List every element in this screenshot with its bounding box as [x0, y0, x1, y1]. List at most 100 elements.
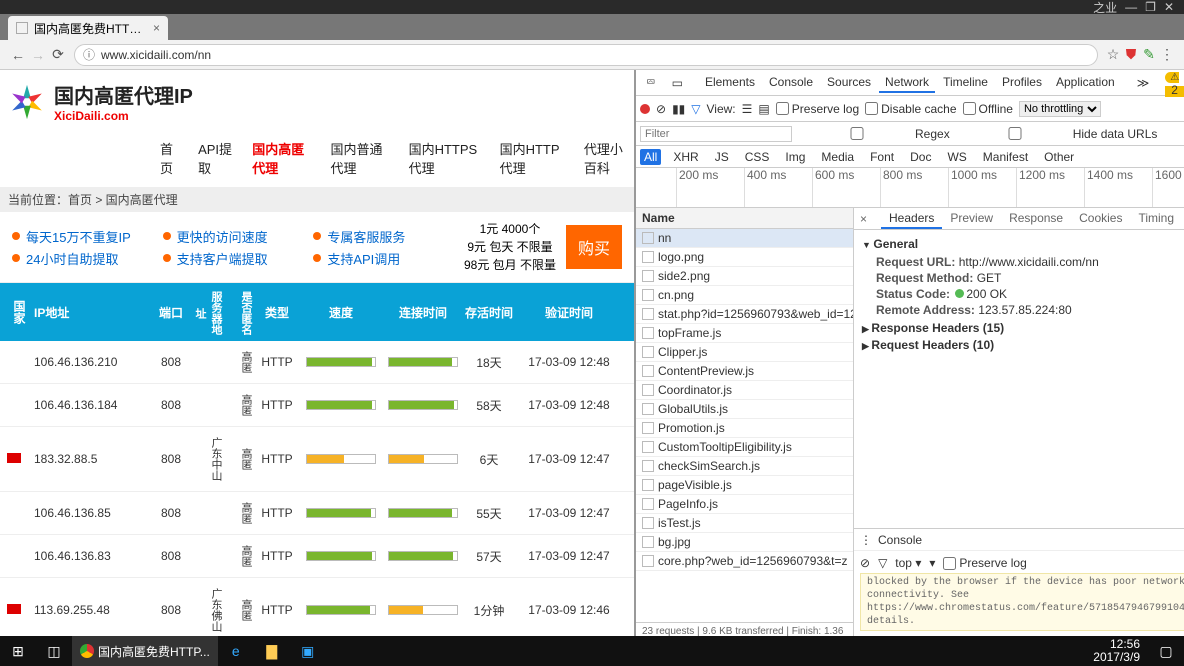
request-row[interactable]: PageInfo.js [636, 495, 853, 514]
forward-icon[interactable]: → [28, 47, 48, 63]
type-filter-item[interactable]: Media [817, 149, 858, 165]
col-speed: 速度 [300, 304, 382, 321]
filter-icon[interactable]: ▽ [691, 102, 700, 116]
url-box[interactable]: ⓘ www.xicidaili.com/nn [74, 44, 1098, 66]
warning-badge[interactable]: ⚠ 2 [1159, 67, 1184, 99]
type-filter-item[interactable]: Manifest [979, 149, 1032, 165]
type-filter-item[interactable]: Font [866, 149, 898, 165]
nav-item[interactable]: 国内HTTP代理 [500, 139, 566, 177]
request-headers-section[interactable]: Request Headers (10) [862, 338, 1184, 352]
request-row[interactable]: Promotion.js [636, 419, 853, 438]
shield-icon[interactable]: ⛊ [1122, 46, 1140, 63]
record-icon[interactable] [640, 104, 650, 114]
console-tab[interactable]: Console [878, 533, 922, 547]
general-section[interactable]: General [862, 237, 1184, 251]
nav-item[interactable]: 国内HTTPS代理 [409, 139, 482, 177]
devtools-tab[interactable]: Sources [821, 73, 877, 93]
type-filter-item[interactable]: Img [781, 149, 809, 165]
request-row[interactable]: core.php?web_id=1256960793&t=z [636, 552, 853, 571]
nav-item[interactable]: 代理小百科 [584, 139, 634, 177]
max-icon[interactable]: ❐ [1145, 0, 1156, 14]
filter-input[interactable] [640, 126, 792, 142]
regex-check[interactable]: Regex [802, 127, 950, 141]
type-filter-item[interactable]: CSS [741, 149, 774, 165]
nav-item[interactable]: 首页 [160, 139, 180, 177]
edge-icon[interactable]: e [218, 643, 254, 659]
evernote-icon[interactable]: ✎ [1140, 46, 1158, 63]
taskbar-app-chrome[interactable]: 国内高匿免费HTTP... [72, 636, 218, 666]
start-icon[interactable]: ⊞ [0, 643, 36, 660]
reload-icon[interactable]: ⟳ [48, 46, 68, 63]
taskview-icon[interactable]: ◫ [36, 643, 72, 660]
buy-button[interactable]: 购买 [566, 225, 622, 269]
offline-check[interactable]: Offline [963, 102, 1013, 116]
request-row[interactable]: isTest.js [636, 514, 853, 533]
context-select[interactable]: top ▾ [895, 556, 921, 570]
console-menu-icon[interactable]: ⋮ [860, 533, 872, 547]
file-icon [642, 365, 654, 377]
inspect-icon[interactable]: ⮹ [640, 73, 662, 92]
device-icon[interactable]: ▭ [666, 74, 689, 92]
devtools-tab[interactable]: Profiles [996, 73, 1048, 93]
request-row[interactable]: GlobalUtils.js [636, 400, 853, 419]
devtools-tab[interactable]: Application [1050, 73, 1121, 93]
star-icon[interactable]: ☆ [1104, 46, 1122, 63]
detail-tab[interactable]: Cookies [1071, 209, 1130, 229]
throttle-select[interactable]: No throttling [1019, 101, 1101, 117]
type-filter-item[interactable]: XHR [669, 149, 702, 165]
more-tabs[interactable]: ≫ [1131, 74, 1156, 92]
close-detail-icon[interactable]: × [854, 210, 873, 228]
type-filter-item[interactable]: WS [943, 149, 970, 165]
detail-tab[interactable]: Response [1001, 209, 1071, 229]
nav-item[interactable]: 国内普通代理 [330, 139, 390, 177]
close-icon[interactable]: ✕ [1164, 0, 1174, 14]
devtools-tab[interactable]: Console [763, 73, 819, 93]
nav-item[interactable]: 国内高匿代理 [252, 139, 312, 177]
menu-icon[interactable]: ⋮ [1158, 46, 1176, 63]
info-icon[interactable]: ⓘ [83, 46, 95, 63]
request-row[interactable]: stat.php?id=1256960793&web_id=1256960793 [636, 305, 853, 324]
view-large-icon[interactable]: ☰ [742, 102, 753, 116]
type-filter-item[interactable]: Doc [906, 149, 935, 165]
folder-icon[interactable]: ▇ [254, 643, 290, 660]
request-row[interactable]: pageVisible.js [636, 476, 853, 495]
type-filter-item[interactable]: JS [711, 149, 733, 165]
detail-tab[interactable]: Headers [881, 209, 942, 229]
request-row[interactable]: bg.jpg [636, 533, 853, 552]
preserve-log-check[interactable]: Preserve log [776, 102, 859, 116]
request-row[interactable]: logo.png [636, 248, 853, 267]
min-icon[interactable]: — [1125, 0, 1137, 14]
hide-data-check[interactable]: Hide data URLs [960, 127, 1158, 141]
preserve-log-console[interactable]: Preserve log [943, 556, 1026, 570]
devtools-tab[interactable]: Network [879, 73, 935, 93]
request-row[interactable]: Coordinator.js [636, 381, 853, 400]
nav-item[interactable]: API提取 [198, 139, 234, 177]
detail-tab[interactable]: Timing [1130, 209, 1182, 229]
devtools-tab[interactable]: Timeline [937, 73, 994, 93]
back-icon[interactable]: ← [8, 47, 28, 63]
disable-cache-check[interactable]: Disable cache [865, 102, 956, 116]
devtools-tab[interactable]: Elements [699, 73, 761, 93]
request-row[interactable]: CustomTooltipEligibility.js [636, 438, 853, 457]
detail-tab[interactable]: Preview [942, 209, 1001, 229]
console-filter-icon[interactable]: ▽ [878, 556, 887, 570]
clear-icon[interactable]: ⊘ [656, 102, 666, 116]
store-icon[interactable]: ▣ [290, 643, 326, 660]
request-row[interactable]: topFrame.js [636, 324, 853, 343]
clock[interactable]: 12:562017/3/9 [1085, 638, 1148, 664]
notification-icon[interactable]: ▢ [1148, 643, 1184, 660]
type-filter-item[interactable]: Other [1040, 149, 1078, 165]
request-row[interactable]: side2.png [636, 267, 853, 286]
capture-icon[interactable]: ▮▮ [672, 102, 685, 116]
type-filter-item[interactable]: All [640, 149, 661, 165]
view-small-icon[interactable]: ▤ [758, 102, 769, 116]
response-headers-section[interactable]: Response Headers (15) [862, 321, 1184, 335]
browser-tab[interactable]: 国内高匿免费HTTP代理 × [8, 16, 168, 40]
request-row[interactable]: checkSimSearch.js [636, 457, 853, 476]
request-row[interactable]: Clipper.js [636, 343, 853, 362]
tab-close-icon[interactable]: × [153, 21, 160, 35]
request-row[interactable]: nn [636, 229, 853, 248]
console-clear-icon[interactable]: ⊘ [860, 556, 870, 570]
request-row[interactable]: ContentPreview.js [636, 362, 853, 381]
request-row[interactable]: cn.png [636, 286, 853, 305]
